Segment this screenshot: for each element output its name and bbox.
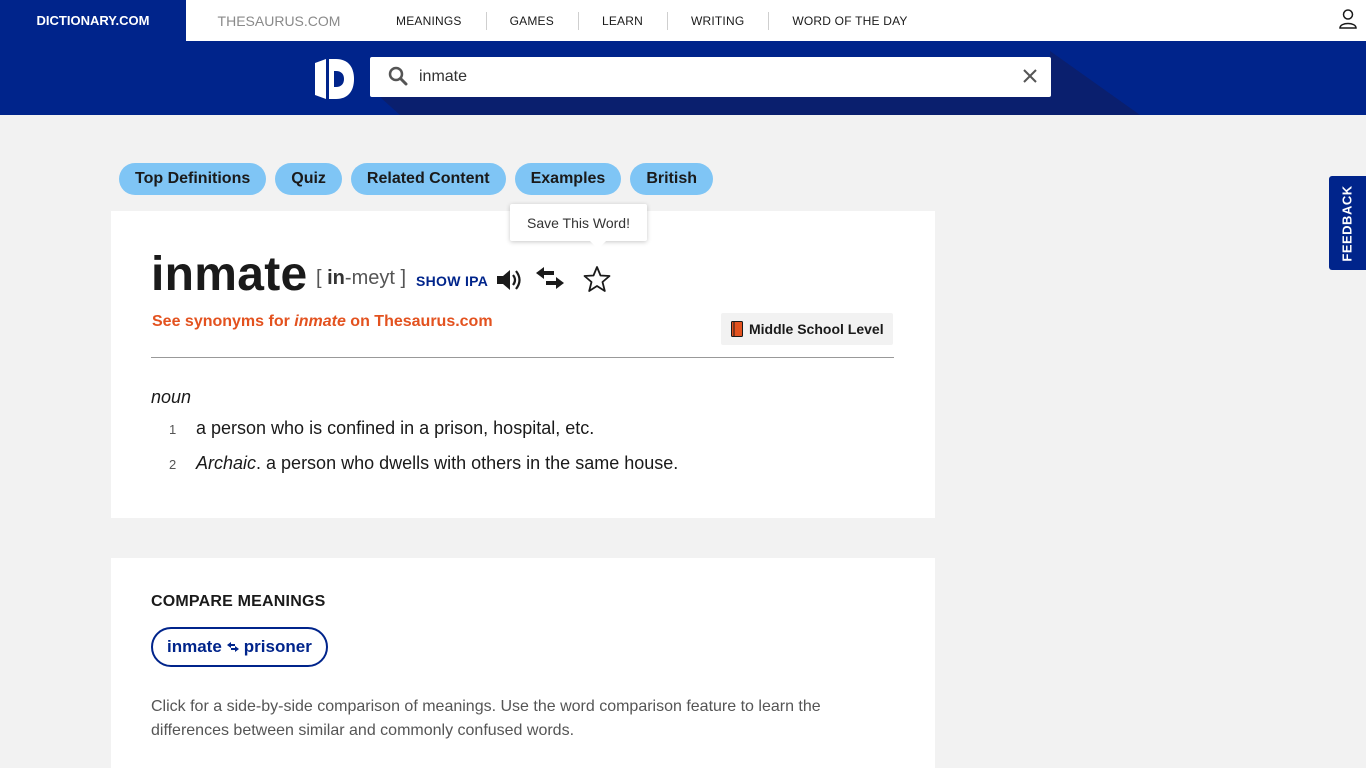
syn-suffix: on Thesaurus.com: [345, 313, 493, 330]
section-pills: Top Definitions Quiz Related Content Exa…: [119, 163, 713, 195]
divider: [151, 357, 894, 358]
dictionary-logo-icon[interactable]: [314, 57, 354, 101]
nav-learn[interactable]: LEARN: [577, 11, 667, 30]
close-icon[interactable]: [1021, 67, 1039, 85]
pill-top-definitions[interactable]: Top Definitions: [119, 163, 267, 195]
pill-related-content[interactable]: Related Content: [350, 163, 506, 195]
thesaurus-tab[interactable]: THESAURUS.COM: [186, 0, 372, 41]
level-label: Middle School Level: [749, 321, 884, 337]
compare-arrows-icon[interactable]: [534, 265, 566, 291]
compare-word-2: prisoner: [243, 637, 312, 656]
compare-card: COMPARE MEANINGS inmate prisoner Click f…: [111, 558, 935, 768]
dictionary-tab[interactable]: DICTIONARY.COM: [0, 0, 186, 41]
search-icon[interactable]: [388, 66, 408, 86]
syn-word: inmate: [294, 313, 346, 330]
nav-games[interactable]: GAMES: [485, 11, 578, 30]
pron-open: [: [316, 267, 328, 289]
nav-word-of-the-day[interactable]: WORD OF THE DAY: [768, 11, 931, 30]
compare-button[interactable]: inmate prisoner: [151, 627, 328, 667]
definition-text: a person who is confined in a prison, ho…: [196, 418, 595, 438]
top-nav: DICTIONARY.COM THESAURUS.COM MEANINGS GA…: [0, 0, 1366, 41]
nav-links: MEANINGS GAMES LEARN WRITING WORD OF THE…: [372, 0, 932, 41]
star-icon[interactable]: [583, 265, 611, 293]
definition-number: 1: [169, 422, 177, 437]
definition-item: 2 Archaic. a person who dwells with othe…: [169, 453, 678, 488]
compare-word-1: inmate: [167, 637, 222, 656]
definition-text: Archaic. a person who dwells with others…: [196, 453, 678, 474]
user-icon[interactable]: [1338, 8, 1358, 30]
feedback-label: FEEDBACK: [1340, 184, 1356, 262]
search-input[interactable]: [419, 65, 979, 89]
pill-examples[interactable]: Examples: [514, 163, 622, 195]
compare-description: Click for a side-by-side comparison of m…: [151, 698, 821, 739]
save-word-tooltip: Save This Word!: [510, 204, 647, 249]
show-ipa-button[interactable]: SHOW IPA: [416, 273, 488, 289]
part-of-speech: noun: [151, 387, 192, 407]
definition-card: inmate [ in-meyt ] SHOW IPA See synonyms…: [111, 211, 935, 518]
search-box: [370, 57, 1051, 97]
pron-rest: -meyt ]: [344, 267, 407, 289]
headword: inmate: [151, 248, 308, 301]
pill-british[interactable]: British: [630, 163, 713, 195]
synonyms-link[interactable]: See synonyms for inmate on Thesaurus.com: [152, 313, 493, 331]
search-band: [0, 41, 1366, 115]
pronunciation: [ in-meyt ]: [316, 267, 406, 290]
compare-title: COMPARE MEANINGS: [151, 593, 326, 610]
level-badge: Middle School Level: [721, 313, 893, 345]
feedback-tab[interactable]: FEEDBACK: [1329, 176, 1366, 270]
definition-label: Archaic: [196, 453, 257, 473]
nav-meanings[interactable]: MEANINGS: [372, 14, 486, 28]
syn-prefix: See synonyms for: [152, 313, 295, 330]
compare-arrows-icon: [226, 642, 239, 652]
pron-stress: in: [327, 267, 345, 289]
definition-item: 1 a person who is confined in a prison, …: [169, 418, 678, 453]
speaker-icon[interactable]: [495, 267, 523, 293]
definition-body: . a person who dwells with others in the…: [256, 453, 679, 473]
nav-writing[interactable]: WRITING: [666, 11, 768, 30]
definition-number: 2: [169, 457, 177, 472]
book-icon: [731, 321, 743, 337]
definition-list: 1 a person who is confined in a prison, …: [169, 418, 678, 488]
pill-quiz[interactable]: Quiz: [275, 163, 342, 195]
